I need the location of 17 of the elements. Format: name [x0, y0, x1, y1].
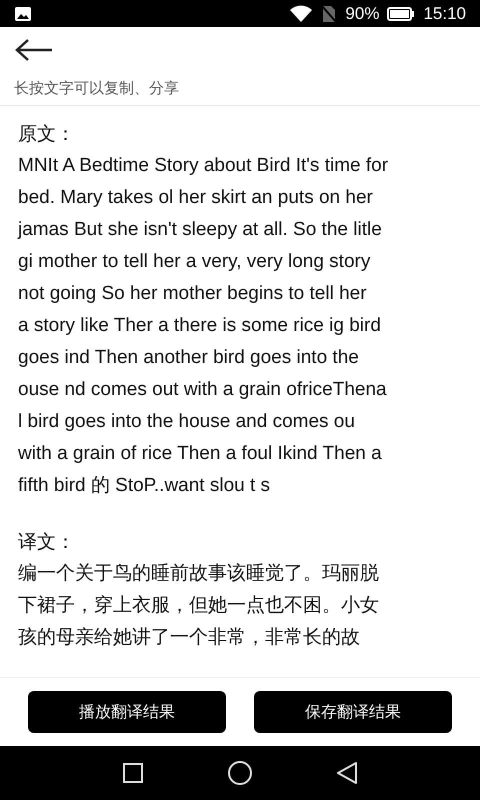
wifi-icon [289, 4, 314, 22]
action-button[interactable]: 播放翻译结果 [28, 691, 226, 733]
home-icon[interactable] [226, 760, 253, 786]
battery-percentage: 90% [345, 4, 380, 24]
recents-icon[interactable] [122, 762, 144, 784]
section-label: 原文： [18, 123, 76, 147]
back-arrow-icon [14, 38, 54, 62]
hint-text: 长按文字可以复制、分享 [14, 79, 180, 98]
battery-icon [387, 6, 416, 20]
image-icon [14, 6, 32, 22]
translated-text: 编一个关于鸟的睡前故事该睡觉了。玛丽脱 下裙子，穿上衣服，但她一点也不困。小女 孩的母亲给她讲了一个非常，非常长的故 [18, 562, 380, 650]
action-button[interactable]: 保存翻译结果 [254, 691, 452, 733]
no-sim-icon [321, 4, 338, 22]
section-label: 译文： [18, 531, 76, 555]
clock: 15:10 [423, 4, 466, 24]
original-text: MNIt A Bedtime Story about Bird It's time for bed. Mary takes ol her skirt an puts on her jamas But she isn't sleepy at all. So the litle gi mother to tell her a very, very long story not going So her mother begins to tell her a story like Ther a there is some rice ig bird goes ind Then another bird goes into the ouse nd comes out with a grain ofriceThena l bird goes into the house and comes ou with a grain of rice Then a foul Ikind Then a fifth bird 的 StoP..want slou t s [18, 154, 390, 498]
back-icon[interactable] [336, 761, 358, 785]
